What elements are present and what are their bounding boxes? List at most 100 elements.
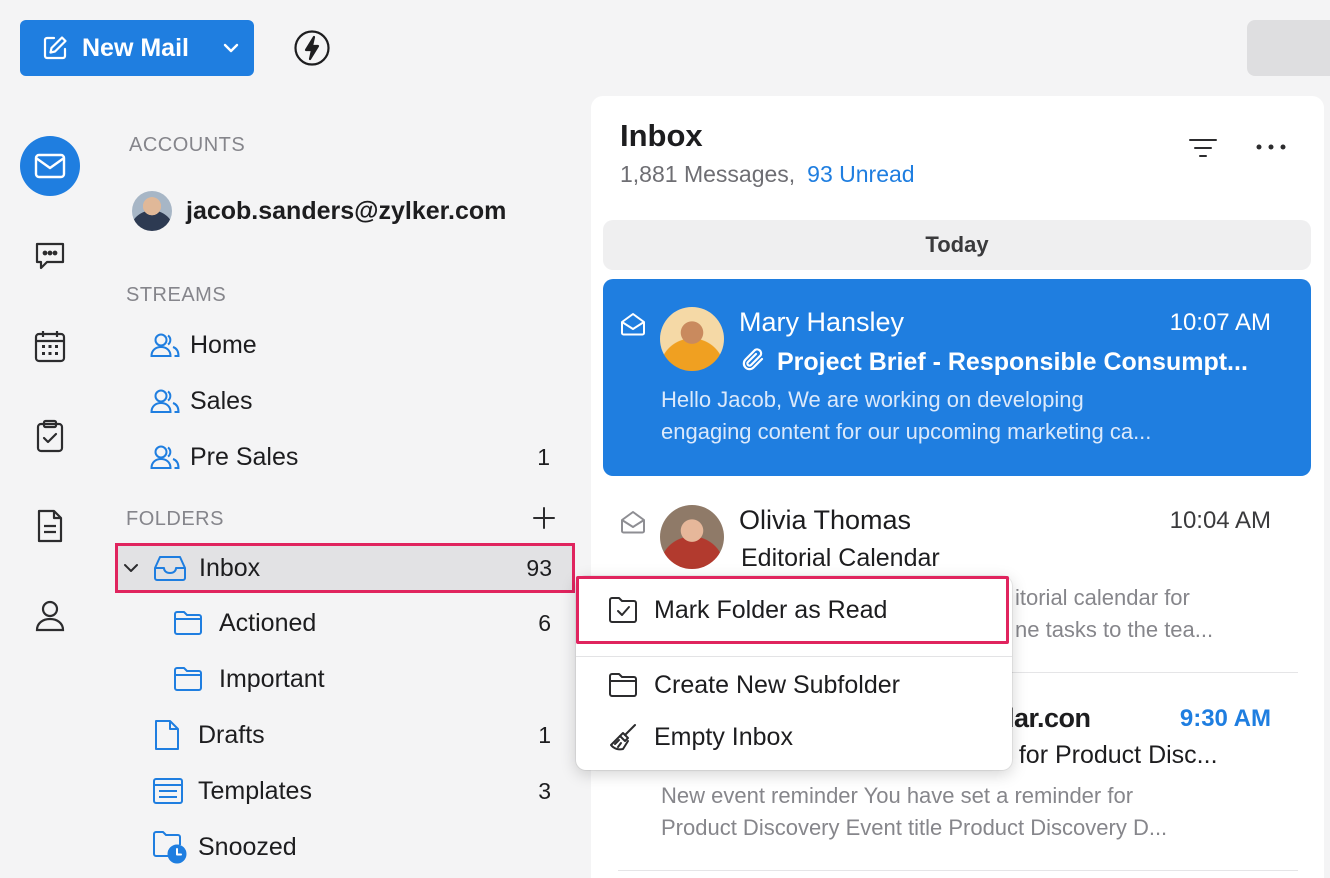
- menu-item-mark-folder-read[interactable]: Mark Folder as Read: [576, 576, 1009, 644]
- divider: [618, 870, 1298, 871]
- folder-stats: 1,881 Messages, 93 Unread: [620, 161, 915, 188]
- mail-preview-line: Hello Jacob, We are working on developin…: [661, 387, 1084, 412]
- template-icon: [152, 777, 184, 805]
- chat-icon: [33, 239, 67, 273]
- calendar-icon: [34, 329, 66, 363]
- rail-chat[interactable]: [20, 226, 80, 286]
- filter-icon[interactable]: [1188, 137, 1218, 159]
- folder-label: Snoozed: [198, 832, 297, 861]
- search-box[interactable]: [1247, 20, 1330, 76]
- mail-preview-line: itorial calendar for: [1015, 585, 1190, 610]
- mail-sender: Mary Hansley: [739, 307, 905, 337]
- chevron-down-icon[interactable]: [222, 42, 240, 54]
- mail-subject: Project Brief - Responsible Consumpt...: [741, 346, 1248, 377]
- group-icon: [150, 332, 180, 358]
- folder-label: Drafts: [198, 720, 265, 749]
- folder-item-inbox[interactable]: Inbox 93: [115, 543, 575, 593]
- folder-label: Actioned: [219, 608, 317, 637]
- mail-icon: [34, 153, 66, 179]
- mail-sender: Olivia Thomas: [739, 505, 912, 535]
- mail-preview-line: ne tasks to the tea...: [1015, 617, 1214, 642]
- mail-subject-text: Project Brief - Responsible Consumpt...: [777, 348, 1248, 376]
- folder-count: 93: [526, 554, 552, 581]
- folder-item-templates[interactable]: Templates 3: [152, 768, 551, 814]
- chevron-down-icon[interactable]: [123, 562, 139, 574]
- new-mail-label: New Mail: [82, 33, 189, 62]
- stream-label: Home: [190, 330, 257, 359]
- menu-item-label: Empty Inbox: [654, 722, 793, 751]
- clipboard-check-icon: [35, 419, 65, 453]
- broom-icon: [608, 722, 638, 752]
- stream-item-sales[interactable]: Sales: [150, 378, 550, 424]
- envelope-open-icon[interactable]: [620, 312, 646, 336]
- folder-label: Templates: [198, 776, 312, 805]
- menu-item-empty-inbox[interactable]: Empty Inbox: [576, 712, 1012, 762]
- folder-icon: [173, 610, 203, 636]
- mail-preview: Hello Jacob, We are working on developin…: [661, 384, 1251, 448]
- folder-icon: [608, 672, 638, 698]
- mail-item-selected[interactable]: Mary Hansley 10:07 AM Project Brief - Re…: [603, 279, 1311, 476]
- folder-count: 3: [538, 777, 551, 804]
- avatar: [660, 505, 724, 569]
- mark-read-icon: [608, 596, 638, 624]
- folders-heading: FOLDERS: [126, 508, 224, 530]
- date-group-header: Today: [603, 220, 1311, 270]
- rail-notes[interactable]: [20, 496, 80, 556]
- person-icon: [35, 600, 65, 632]
- streams-heading: STREAMS: [126, 284, 227, 306]
- account-item[interactable]: jacob.sanders@zylker.com: [132, 191, 506, 231]
- mail-time: 9:30 AM: [1179, 705, 1271, 732]
- menu-item-label: Mark Folder as Read: [654, 595, 888, 624]
- mail-preview: New event reminder You have set a remind…: [661, 780, 1251, 844]
- accounts-heading: ACCOUNTS: [129, 134, 246, 156]
- draft-icon: [153, 719, 181, 751]
- folder-count: 6: [538, 609, 551, 636]
- menu-item-label: Create New Subfolder: [654, 670, 900, 699]
- messages-count: 1,881 Messages,: [620, 161, 796, 187]
- rail-tasks[interactable]: [20, 406, 80, 466]
- mail-preview: itorial calendar for ne tasks to the tea…: [1015, 582, 1255, 646]
- group-icon: [150, 388, 180, 414]
- rail-mail[interactable]: [20, 136, 80, 196]
- rail-contacts[interactable]: [20, 586, 80, 646]
- avatar: [660, 307, 724, 371]
- document-icon: [36, 509, 64, 543]
- mail-subject: d for Product Disc...: [998, 741, 1218, 769]
- mail-preview-line: engaging content for our upcoming market…: [661, 419, 1152, 444]
- stream-label: Pre Sales: [190, 442, 299, 471]
- compose-icon: [42, 35, 68, 61]
- rail-calendar[interactable]: [20, 316, 80, 376]
- mail-time: 10:04 AM: [1169, 507, 1271, 534]
- folder-item-snoozed[interactable]: Snoozed: [152, 824, 551, 870]
- new-mail-button[interactable]: New Mail: [20, 20, 254, 76]
- folder-item-important[interactable]: Important: [173, 656, 551, 702]
- folder-icon: [173, 666, 203, 692]
- attachment-icon: [741, 346, 767, 374]
- mail-time: 10:07 AM: [1169, 309, 1271, 336]
- menu-item-create-subfolder[interactable]: Create New Subfolder: [576, 660, 1012, 710]
- add-folder-icon[interactable]: [532, 506, 556, 530]
- quick-actions-icon[interactable]: [293, 29, 331, 67]
- avatar: [132, 191, 172, 231]
- folder-context-menu: Mark Folder as Read Create New Subfolder…: [576, 576, 1012, 770]
- stream-item-home[interactable]: Home: [150, 322, 550, 368]
- unread-count-link[interactable]: 93 Unread: [807, 161, 914, 187]
- more-options-icon[interactable]: [1256, 144, 1286, 150]
- folder-count: 1: [538, 721, 551, 748]
- mail-preview-line: New event reminder You have set a remind…: [661, 783, 1134, 808]
- stream-label: Sales: [190, 386, 253, 415]
- account-email: jacob.sanders@zylker.com: [186, 196, 507, 225]
- stream-item-pre-sales[interactable]: Pre Sales 1: [150, 434, 550, 480]
- folder-label: Inbox: [199, 553, 261, 582]
- envelope-open-icon[interactable]: [620, 510, 646, 534]
- folder-item-actioned[interactable]: Actioned 6: [173, 600, 551, 646]
- mail-preview-line: Product Discovery Event title Product Di…: [661, 815, 1168, 840]
- mail-subject: Editorial Calendar: [741, 544, 940, 572]
- inbox-tray-icon: [153, 554, 187, 582]
- group-icon: [150, 444, 180, 470]
- snoozed-folder-icon: [152, 830, 188, 864]
- folder-label: Important: [219, 664, 325, 693]
- stream-count: 1: [537, 443, 550, 470]
- menu-divider: [576, 656, 1012, 657]
- folder-item-drafts[interactable]: Drafts 1: [153, 712, 551, 758]
